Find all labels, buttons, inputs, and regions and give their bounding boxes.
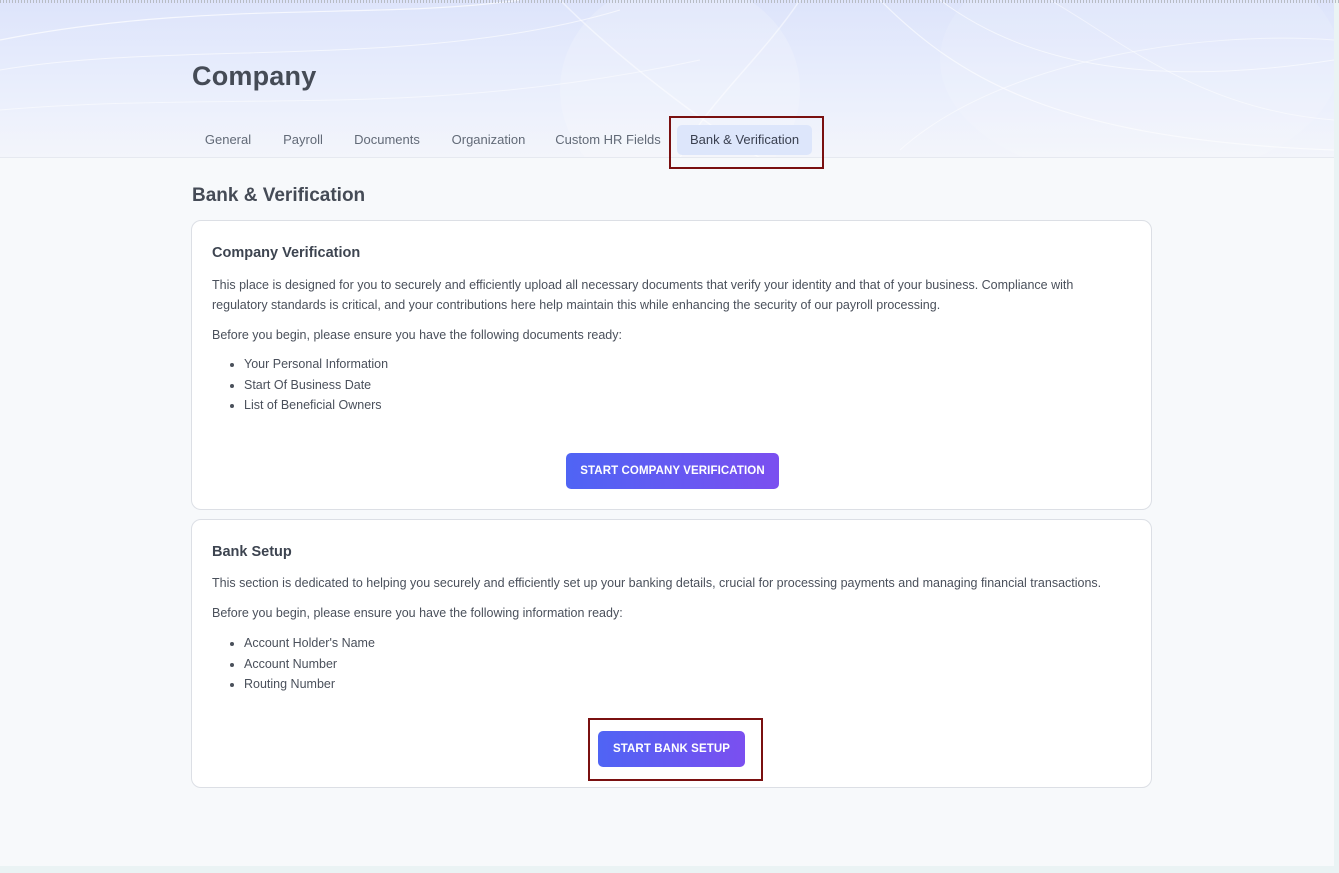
bank-setup-checklist: Account Holder's Name Account Number Rou… xyxy=(244,633,375,695)
tab-organization[interactable]: Organization xyxy=(442,125,535,155)
top-border xyxy=(0,0,1339,3)
tab-documents[interactable]: Documents xyxy=(343,125,431,155)
tab-payroll[interactable]: Payroll xyxy=(270,125,336,155)
list-item: List of Beneficial Owners xyxy=(244,395,388,416)
tab-general[interactable]: General xyxy=(192,125,264,155)
page: Company General Payroll Documents Organi… xyxy=(0,0,1334,866)
bank-setup-description: This section is dedicated to helping you… xyxy=(212,576,1102,590)
list-item: Account Holder's Name xyxy=(244,633,375,654)
company-verification-intro: Before you begin, please ensure you have… xyxy=(212,328,622,342)
page-title: Company xyxy=(192,61,317,91)
company-verification-card: Company Verification This place is desig… xyxy=(191,220,1152,510)
list-item: Your Personal Information xyxy=(244,354,388,375)
window-edge xyxy=(1334,0,1339,873)
start-company-verification-button[interactable]: START COMPANY VERIFICATION xyxy=(566,453,779,489)
list-item: Start Of Business Date xyxy=(244,375,388,396)
tab-custom-hr-fields[interactable]: Custom HR Fields xyxy=(546,125,670,155)
company-verification-description: This place is designed for you to secure… xyxy=(212,278,1074,312)
bank-setup-card: Bank Setup This section is dedicated to … xyxy=(191,519,1152,788)
section-title: Bank & Verification xyxy=(192,185,366,206)
tab-bank-verification[interactable]: Bank & Verification xyxy=(677,125,812,155)
list-item: Routing Number xyxy=(244,674,375,695)
start-bank-setup-button[interactable]: START BANK SETUP xyxy=(598,731,745,767)
company-verification-checklist: Your Personal Information Start Of Busin… xyxy=(244,354,388,416)
bank-setup-title: Bank Setup xyxy=(212,544,292,560)
company-verification-title: Company Verification xyxy=(212,245,361,261)
bank-setup-intro: Before you begin, please ensure you have… xyxy=(212,606,623,620)
list-item: Account Number xyxy=(244,654,375,675)
